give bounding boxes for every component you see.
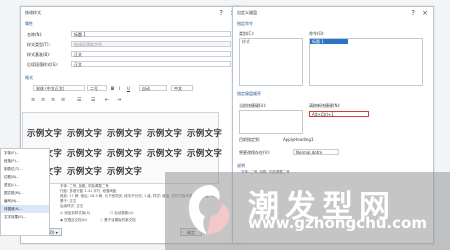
sample-text: 示例文字 (147, 149, 183, 159)
commands-list[interactable]: 标题 1 (309, 38, 423, 86)
close-icon[interactable]: × (422, 7, 428, 19)
assigned-to-value: ApplyHeading1 (283, 137, 314, 142)
category-item[interactable]: 样式 (240, 39, 302, 45)
current-keys-label: 当前快捷键(U): (239, 103, 267, 108)
this-document-label: 仅限此文档(D) (64, 218, 88, 222)
italic-button[interactable]: I (119, 86, 120, 91)
name-label: 名称(N): (27, 32, 43, 37)
line-spacing-icon[interactable]: ☰ (77, 97, 81, 103)
menu-item-text-effects[interactable]: 文字效果(E)... (1, 213, 49, 221)
menu-item-numbering[interactable]: 编号(N)... (1, 197, 49, 205)
save-in-label: 将更改保存在(V): (239, 150, 271, 155)
this-document-radio[interactable]: ◉ 仅限此文档(D) (60, 218, 87, 223)
categories-list[interactable]: 样式 (239, 38, 303, 86)
indent-increase-icon[interactable]: ⇥ (117, 97, 121, 103)
sample-text: 示例文字 (147, 129, 183, 139)
next-style-label: 后续段落样式(S): (27, 62, 59, 67)
template-label: 基于该模板的新文档 (104, 218, 136, 222)
sample-text: 示例文字 (107, 149, 143, 159)
categories-label: 类别(C): (239, 31, 255, 36)
commands-label: 命令(O): (309, 31, 325, 36)
sample-text: 示例文字 (67, 129, 103, 139)
style-based-select[interactable]: 正文 (71, 51, 231, 57)
auto-update-checkbox[interactable]: ☐ 自动更新(U) (110, 211, 134, 216)
template-radio[interactable]: ○ 基于该模板的新文档 (100, 218, 136, 223)
menu-item-font[interactable]: 字体(F)... (1, 149, 49, 157)
description-heading: 说明 (237, 163, 245, 168)
current-keys-list[interactable] (239, 110, 303, 134)
style-type-select[interactable]: 链接段落和字符 (71, 41, 231, 47)
auto-update-label: 自动更新(U) (114, 211, 134, 215)
sample-text: 示例文字 (187, 129, 223, 139)
align-left-icon[interactable]: ≡ (31, 97, 35, 103)
sample-text: 示例文字 (107, 167, 143, 177)
indent-decrease-icon[interactable]: ⇤ (105, 97, 109, 103)
modify-style-titlebar: 修改样式 ? × (21, 7, 241, 19)
bold-button[interactable]: B (111, 86, 114, 91)
sample-text: 示例文字 (27, 129, 63, 139)
keyboard-sequence-heading: 指定键盘顺序 (237, 91, 261, 96)
next-style-select[interactable]: 正文 (71, 61, 231, 67)
watermark-logo (188, 185, 230, 235)
menu-item-tabs[interactable]: 制表位(T)... (1, 165, 49, 173)
para-spacing-icon[interactable]: ☰ (91, 97, 95, 103)
name-field[interactable]: 标题 1 (71, 31, 231, 37)
align-center-icon[interactable]: ≡ (41, 97, 45, 103)
menu-item-frame[interactable]: 图文框(M)... (1, 189, 49, 197)
align-right-icon[interactable]: ≡ (51, 97, 55, 103)
section-format-heading: 格式 (25, 75, 33, 80)
section-properties-heading: 属性 (25, 21, 33, 26)
customize-keyboard-title: 自定义键盘 (237, 10, 257, 15)
sample-text: 示例文字 (67, 167, 103, 177)
desc-line: 后续样式: 正文 (60, 204, 84, 208)
style-based-label: 样式基准(B): (27, 52, 51, 57)
format-menu: 字体(F)... 段落(P)... 制表位(T)... 边框(B)... 语言(… (0, 148, 50, 236)
help-icon[interactable]: ? (411, 7, 415, 19)
new-key-field[interactable]: Alt+Ctrl+1 (309, 111, 369, 117)
specify-command-heading: 指定命令 (237, 21, 253, 26)
command-item-selected[interactable]: 标题 1 (310, 39, 348, 44)
menu-item-shortcut-key[interactable]: 快捷键(K)... (1, 205, 49, 213)
size-select[interactable]: 二号 (87, 85, 107, 91)
color-select[interactable]: 自动 (139, 85, 167, 91)
add-to-gallery-label: 添加到样式库(S) (64, 211, 91, 215)
assigned-to-label: 目前指定到: (239, 137, 261, 142)
menu-item-paragraph[interactable]: 段落(P)... (1, 157, 49, 165)
modify-style-title: 修改样式 (25, 10, 41, 15)
customize-keyboard-titlebar: 自定义键盘 ? × (233, 7, 433, 19)
menu-item-border[interactable]: 边框(B)... (1, 173, 49, 181)
underline-button[interactable]: U (127, 86, 130, 91)
sample-text: 示例文字 (187, 149, 223, 159)
menu-item-language[interactable]: 语言(L)... (1, 181, 49, 189)
help-icon[interactable]: ? (219, 7, 223, 19)
new-key-label: 请按新快捷键(N): (309, 103, 341, 108)
language-select[interactable]: 中文 (171, 85, 193, 91)
add-to-gallery-checkbox[interactable]: ☑ 添加到样式库(S) (60, 211, 90, 216)
justify-icon[interactable]: ≡ (61, 97, 65, 103)
save-in-select[interactable]: Normal.dotm (293, 149, 339, 155)
font-select[interactable]: 宋体 (中文正文) (33, 85, 85, 91)
watermark-url: www.gzhongchu.com (248, 214, 427, 232)
style-type-label: 样式类型(T): (27, 42, 50, 47)
sample-text: 示例文字 (67, 149, 103, 159)
sample-text: 示例文字 (107, 129, 143, 139)
